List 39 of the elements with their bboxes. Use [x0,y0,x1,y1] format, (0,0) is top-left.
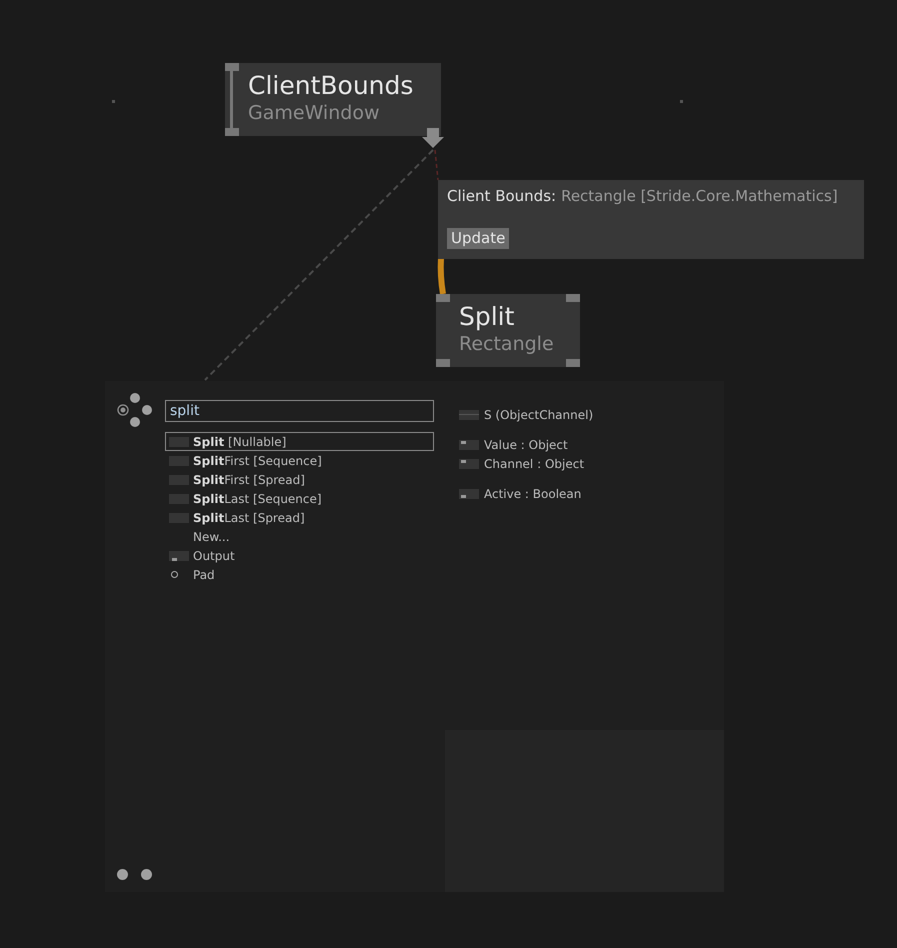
pin-icon[interactable] [436,294,450,302]
result-item[interactable]: SplitLast [Spread] [165,508,434,527]
pin-icon[interactable] [566,294,580,302]
pin-icon [459,488,479,498]
search-field[interactable]: split [165,400,434,422]
result-item[interactable]: New... [165,527,434,546]
result-item[interactable]: SplitFirst [Spread] [165,470,434,489]
result-item[interactable]: SplitLast [Sequence] [165,489,434,508]
node-subtitle: GameWindow [248,101,380,125]
tooltip-type: Rectangle [Stride.Core.Mathematics] [561,187,838,205]
dot-icon[interactable] [117,869,128,880]
output-icon [169,550,189,560]
pin-icon [459,458,479,468]
node-card[interactable]: Split Rectangle [436,294,580,367]
pin-label: Active : Boolean [484,486,582,500]
update-button[interactable]: Update [447,228,510,249]
result-item[interactable]: Output [165,546,434,565]
result-item[interactable]: Pad [165,565,434,584]
pad-icon [171,571,178,578]
result-item[interactable]: SplitFirst [Sequence] [165,451,434,470]
pin-label: Channel : Object [484,456,584,470]
pin-icon[interactable] [436,359,450,367]
bracket-icon [230,69,233,130]
channel-pin-icon [459,410,479,420]
pin-label: S (ObjectChannel) [484,408,594,422]
dot-icon[interactable] [141,869,152,880]
tooltip-label: Client Bounds: [447,187,556,205]
pin-icon [459,440,479,450]
node-subtitle: Rectangle [459,332,555,356]
node-title: Split [459,302,516,332]
pin-label: Value : Object [484,438,568,452]
node-card[interactable]: ClientBounds GameWindow [225,63,441,136]
link-wire [438,258,446,294]
result-item[interactable]: Split [Nullable] [165,432,434,451]
node-title: ClientBounds [248,71,414,101]
pin-icon[interactable] [225,63,239,71]
pin-icon[interactable] [566,359,580,367]
pin-icon[interactable] [225,128,239,136]
output-arrow-icon[interactable] [422,128,444,148]
